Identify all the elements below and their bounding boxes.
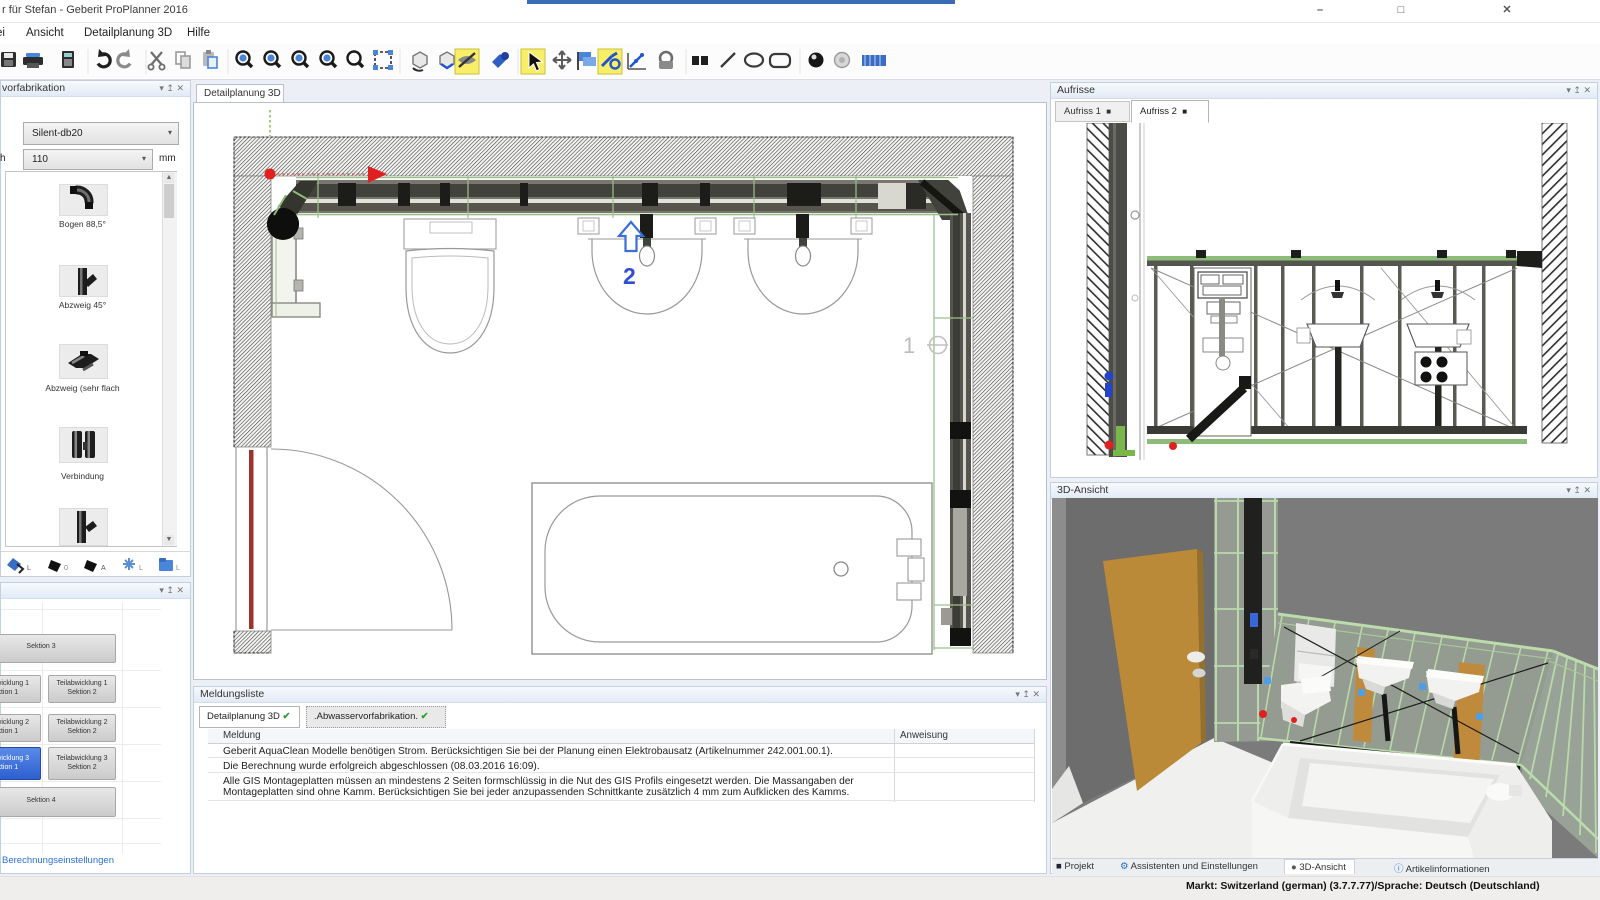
svg-text:0: 0 [64,565,68,572]
svg-text:1: 1 [903,333,915,358]
svg-text:L: L [176,565,180,572]
svg-text:2: 2 [623,263,636,289]
svg-text:L: L [27,565,31,572]
svg-text:L: L [139,565,143,572]
svg-text:A: A [101,565,106,572]
